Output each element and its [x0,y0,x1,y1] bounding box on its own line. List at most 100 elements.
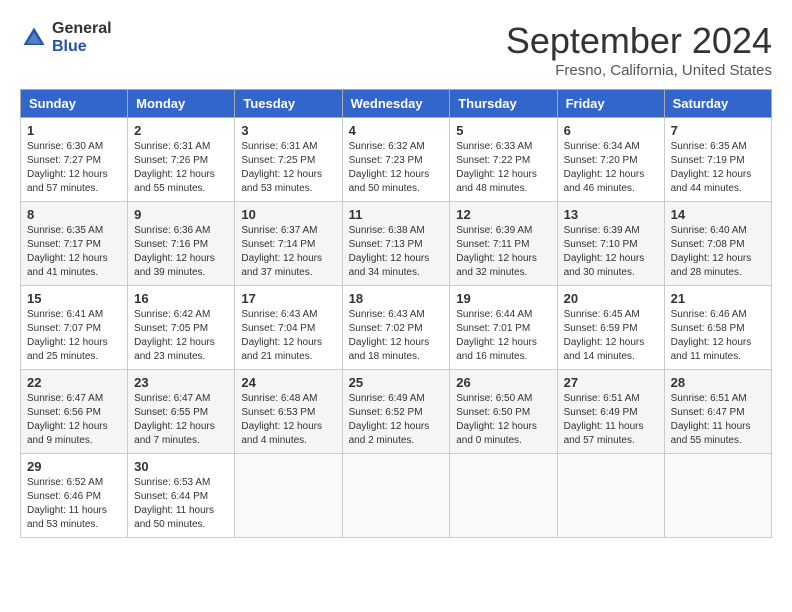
day-info: Sunrise: 6:41 AM Sunset: 7:07 PM Dayligh… [27,308,121,364]
column-header-friday: Friday [557,90,664,118]
day-info: Sunrise: 6:46 AM Sunset: 6:58 PM Dayligh… [671,308,765,364]
title-area: September 2024 Fresno, California, Unite… [506,20,772,79]
calendar-cell: 15 Sunrise: 6:41 AM Sunset: 7:07 PM Dayl… [21,286,128,370]
calendar-cell: 21 Sunrise: 6:46 AM Sunset: 6:58 PM Dayl… [664,286,771,370]
day-number: 27 [564,375,658,390]
day-number: 12 [456,207,550,222]
day-number: 4 [349,123,444,138]
day-number: 23 [134,375,228,390]
day-number: 6 [564,123,658,138]
calendar-cell: 19 Sunrise: 6:44 AM Sunset: 7:01 PM Dayl… [450,286,557,370]
calendar-cell: 20 Sunrise: 6:45 AM Sunset: 6:59 PM Dayl… [557,286,664,370]
day-number: 5 [456,123,550,138]
calendar-cell: 4 Sunrise: 6:32 AM Sunset: 7:23 PM Dayli… [342,118,450,202]
calendar-cell: 23 Sunrise: 6:47 AM Sunset: 6:55 PM Dayl… [128,370,235,454]
day-info: Sunrise: 6:30 AM Sunset: 7:27 PM Dayligh… [27,140,121,196]
day-number: 17 [241,291,335,306]
column-header-saturday: Saturday [664,90,771,118]
day-info: Sunrise: 6:50 AM Sunset: 6:50 PM Dayligh… [456,392,550,448]
day-number: 30 [134,459,228,474]
day-number: 29 [27,459,121,474]
page-header: General Blue September 2024 Fresno, Cali… [20,20,772,79]
day-info: Sunrise: 6:33 AM Sunset: 7:22 PM Dayligh… [456,140,550,196]
calendar-cell: 26 Sunrise: 6:50 AM Sunset: 6:50 PM Dayl… [450,370,557,454]
calendar-cell: 29 Sunrise: 6:52 AM Sunset: 6:46 PM Dayl… [21,454,128,538]
calendar-cell: 30 Sunrise: 6:53 AM Sunset: 6:44 PM Dayl… [128,454,235,538]
day-number: 28 [671,375,765,390]
day-number: 7 [671,123,765,138]
day-info: Sunrise: 6:36 AM Sunset: 7:16 PM Dayligh… [134,224,228,280]
logo-blue: Blue [52,38,112,56]
calendar-cell: 9 Sunrise: 6:36 AM Sunset: 7:16 PM Dayli… [128,202,235,286]
calendar-cell: 13 Sunrise: 6:39 AM Sunset: 7:10 PM Dayl… [557,202,664,286]
calendar-cell: 11 Sunrise: 6:38 AM Sunset: 7:13 PM Dayl… [342,202,450,286]
logo-icon [20,24,48,52]
day-number: 8 [27,207,121,222]
day-info: Sunrise: 6:32 AM Sunset: 7:23 PM Dayligh… [349,140,444,196]
day-number: 20 [564,291,658,306]
day-number: 19 [456,291,550,306]
day-info: Sunrise: 6:37 AM Sunset: 7:14 PM Dayligh… [241,224,335,280]
column-header-sunday: Sunday [21,90,128,118]
day-info: Sunrise: 6:31 AM Sunset: 7:25 PM Dayligh… [241,140,335,196]
calendar-cell: 3 Sunrise: 6:31 AM Sunset: 7:25 PM Dayli… [235,118,342,202]
column-header-monday: Monday [128,90,235,118]
day-number: 10 [241,207,335,222]
calendar-cell: 1 Sunrise: 6:30 AM Sunset: 7:27 PM Dayli… [21,118,128,202]
day-info: Sunrise: 6:47 AM Sunset: 6:56 PM Dayligh… [27,392,121,448]
calendar-cell: 17 Sunrise: 6:43 AM Sunset: 7:04 PM Dayl… [235,286,342,370]
day-info: Sunrise: 6:34 AM Sunset: 7:20 PM Dayligh… [564,140,658,196]
day-info: Sunrise: 6:44 AM Sunset: 7:01 PM Dayligh… [456,308,550,364]
day-info: Sunrise: 6:39 AM Sunset: 7:11 PM Dayligh… [456,224,550,280]
calendar-cell: 10 Sunrise: 6:37 AM Sunset: 7:14 PM Dayl… [235,202,342,286]
day-info: Sunrise: 6:42 AM Sunset: 7:05 PM Dayligh… [134,308,228,364]
day-info: Sunrise: 6:35 AM Sunset: 7:17 PM Dayligh… [27,224,121,280]
calendar-cell: 24 Sunrise: 6:48 AM Sunset: 6:53 PM Dayl… [235,370,342,454]
day-number: 21 [671,291,765,306]
day-number: 18 [349,291,444,306]
calendar-cell: 12 Sunrise: 6:39 AM Sunset: 7:11 PM Dayl… [450,202,557,286]
logo-text: General Blue [52,20,112,55]
calendar-header-row: SundayMondayTuesdayWednesdayThursdayFrid… [21,90,772,118]
day-number: 22 [27,375,121,390]
calendar-cell: 16 Sunrise: 6:42 AM Sunset: 7:05 PM Dayl… [128,286,235,370]
calendar-cell [342,454,450,538]
calendar-cell: 2 Sunrise: 6:31 AM Sunset: 7:26 PM Dayli… [128,118,235,202]
day-info: Sunrise: 6:31 AM Sunset: 7:26 PM Dayligh… [134,140,228,196]
calendar-cell [664,454,771,538]
column-header-wednesday: Wednesday [342,90,450,118]
day-info: Sunrise: 6:51 AM Sunset: 6:47 PM Dayligh… [671,392,765,448]
day-number: 25 [349,375,444,390]
day-number: 3 [241,123,335,138]
day-number: 26 [456,375,550,390]
day-info: Sunrise: 6:38 AM Sunset: 7:13 PM Dayligh… [349,224,444,280]
calendar-week-row: 22 Sunrise: 6:47 AM Sunset: 6:56 PM Dayl… [21,370,772,454]
column-header-thursday: Thursday [450,90,557,118]
calendar-cell: 28 Sunrise: 6:51 AM Sunset: 6:47 PM Dayl… [664,370,771,454]
day-info: Sunrise: 6:51 AM Sunset: 6:49 PM Dayligh… [564,392,658,448]
logo-general: General [52,20,112,38]
day-info: Sunrise: 6:53 AM Sunset: 6:44 PM Dayligh… [134,476,228,532]
day-number: 13 [564,207,658,222]
calendar-cell [557,454,664,538]
day-info: Sunrise: 6:45 AM Sunset: 6:59 PM Dayligh… [564,308,658,364]
calendar-cell: 5 Sunrise: 6:33 AM Sunset: 7:22 PM Dayli… [450,118,557,202]
day-info: Sunrise: 6:35 AM Sunset: 7:19 PM Dayligh… [671,140,765,196]
calendar-cell: 25 Sunrise: 6:49 AM Sunset: 6:52 PM Dayl… [342,370,450,454]
logo: General Blue [20,20,112,55]
calendar-cell [235,454,342,538]
calendar-week-row: 8 Sunrise: 6:35 AM Sunset: 7:17 PM Dayli… [21,202,772,286]
day-info: Sunrise: 6:49 AM Sunset: 6:52 PM Dayligh… [349,392,444,448]
calendar-cell: 6 Sunrise: 6:34 AM Sunset: 7:20 PM Dayli… [557,118,664,202]
day-info: Sunrise: 6:39 AM Sunset: 7:10 PM Dayligh… [564,224,658,280]
calendar-cell: 7 Sunrise: 6:35 AM Sunset: 7:19 PM Dayli… [664,118,771,202]
day-number: 14 [671,207,765,222]
day-info: Sunrise: 6:43 AM Sunset: 7:02 PM Dayligh… [349,308,444,364]
column-header-tuesday: Tuesday [235,90,342,118]
day-info: Sunrise: 6:40 AM Sunset: 7:08 PM Dayligh… [671,224,765,280]
month-title: September 2024 [506,20,772,62]
calendar-table: SundayMondayTuesdayWednesdayThursdayFrid… [20,89,772,538]
calendar-cell: 18 Sunrise: 6:43 AM Sunset: 7:02 PM Dayl… [342,286,450,370]
calendar-week-row: 29 Sunrise: 6:52 AM Sunset: 6:46 PM Dayl… [21,454,772,538]
day-number: 9 [134,207,228,222]
